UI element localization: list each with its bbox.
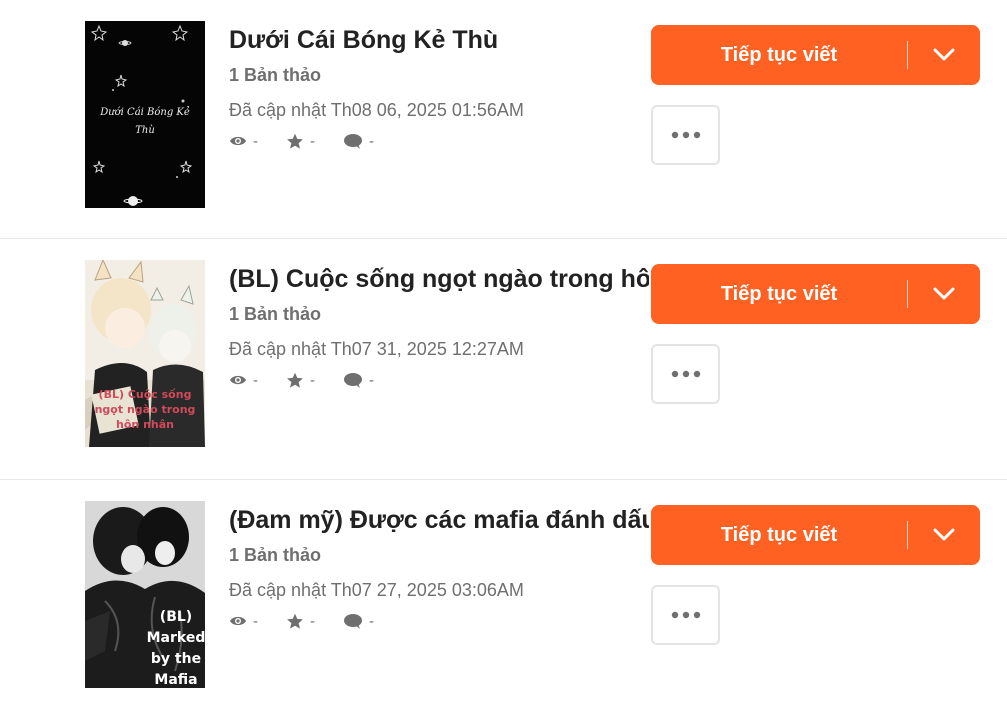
views-count: - [253, 132, 258, 150]
more-dots-icon [671, 611, 700, 619]
views-stat: - [229, 133, 258, 150]
cover-text: hôn nhân [116, 418, 174, 431]
views-count: - [253, 612, 258, 630]
continue-writing-button[interactable]: Tiếp tục viết [651, 25, 980, 85]
story-cover[interactable]: (BL) Cuộc sống ngọt ngào trong hôn nhân [85, 260, 205, 447]
story-stats: - - - [229, 608, 649, 634]
cover-text: by the [151, 651, 201, 667]
last-updated: Đã cập nhật Th07 27, 2025 03:06AM [229, 580, 524, 600]
cover-text: (BL) Cuộc sống [99, 388, 192, 401]
continue-writing-button[interactable]: Tiếp tục viết [651, 505, 980, 565]
cover-text: (BL) [160, 609, 192, 625]
cover-text: Thù [135, 125, 155, 136]
votes-stat: - [286, 133, 315, 150]
eye-icon [230, 375, 246, 385]
views-stat: - [229, 613, 258, 630]
comments-stat: - [343, 613, 374, 630]
dropdown-toggle[interactable] [908, 528, 980, 542]
last-updated: Đã cập nhật Th07 31, 2025 12:27AM [229, 339, 524, 359]
cover-text: Mafia [154, 672, 197, 688]
story-item: (BL) Marked by the Mafia (Đam mỹ) Được c… [0, 480, 1007, 712]
draft-count: 1 Bản thảo [229, 304, 322, 324]
more-options-button[interactable] [651, 585, 720, 645]
votes-count: - [310, 612, 315, 630]
story-stats: - - - [229, 128, 649, 154]
eye-icon [230, 616, 246, 626]
chevron-down-icon[interactable] [933, 48, 955, 62]
comments-count: - [369, 371, 374, 389]
dropdown-toggle[interactable] [908, 287, 980, 301]
cover-text: Marked [147, 630, 205, 646]
story-title[interactable]: (Đam mỹ) Được các mafia đánh dấu [229, 502, 649, 538]
more-dots-icon [671, 370, 700, 378]
votes-stat: - [286, 372, 315, 389]
comment-icon [344, 133, 362, 149]
more-options-button[interactable] [651, 344, 720, 404]
star-icon [287, 372, 303, 388]
story-cover[interactable]: (BL) Marked by the Mafia [85, 501, 205, 688]
story-item: Dưới Cái Bóng Kẻ Thù Dưới Cái Bóng Kẻ Th… [0, 0, 1007, 239]
comments-count: - [369, 612, 374, 630]
draft-count: 1 Bản thảo [229, 65, 322, 85]
more-options-button[interactable] [651, 105, 720, 165]
more-dots-icon [671, 131, 700, 139]
star-icon [287, 133, 303, 149]
star-icon [287, 613, 303, 629]
dropdown-toggle[interactable] [908, 48, 980, 62]
votes-count: - [310, 371, 315, 389]
continue-writing-label[interactable]: Tiếp tục viết [651, 524, 907, 547]
eye-icon [230, 136, 246, 146]
continue-writing-label[interactable]: Tiếp tục viết [651, 283, 907, 306]
story-cover[interactable]: Dưới Cái Bóng Kẻ Thù [85, 21, 205, 208]
comments-stat: - [343, 372, 374, 389]
votes-stat: - [286, 613, 315, 630]
comment-icon [344, 613, 362, 629]
story-item: (BL) Cuộc sống ngọt ngào trong hôn nhân … [0, 239, 1007, 480]
draft-count: 1 Bản thảo [229, 545, 322, 565]
chevron-down-icon[interactable] [933, 287, 955, 301]
votes-count: - [310, 132, 315, 150]
comments-count: - [369, 132, 374, 150]
continue-writing-button[interactable]: Tiếp tục viết [651, 264, 980, 324]
story-info: Dưới Cái Bóng Kẻ Thù 1 Bản thảo Đã cập n… [229, 22, 649, 154]
cover-text: ngọt ngào trong [95, 403, 196, 416]
views-stat: - [229, 372, 258, 389]
story-title[interactable]: (BL) Cuộc sống ngọt ngào trong hôn nhân [229, 261, 649, 297]
cover-text: Dưới Cái Bóng Kẻ [99, 107, 190, 118]
story-list: Dưới Cái Bóng Kẻ Thù Dưới Cái Bóng Kẻ Th… [0, 0, 1007, 712]
comment-icon [344, 372, 362, 388]
chevron-down-icon[interactable] [933, 528, 955, 542]
story-info: (BL) Cuộc sống ngọt ngào trong hôn nhân … [229, 261, 649, 393]
last-updated: Đã cập nhật Th08 06, 2025 01:56AM [229, 100, 524, 120]
story-info: (Đam mỹ) Được các mafia đánh dấu 1 Bản t… [229, 502, 649, 634]
story-title[interactable]: Dưới Cái Bóng Kẻ Thù [229, 22, 649, 58]
continue-writing-label[interactable]: Tiếp tục viết [651, 44, 907, 67]
story-stats: - - - [229, 367, 649, 393]
views-count: - [253, 371, 258, 389]
comments-stat: - [343, 133, 374, 150]
